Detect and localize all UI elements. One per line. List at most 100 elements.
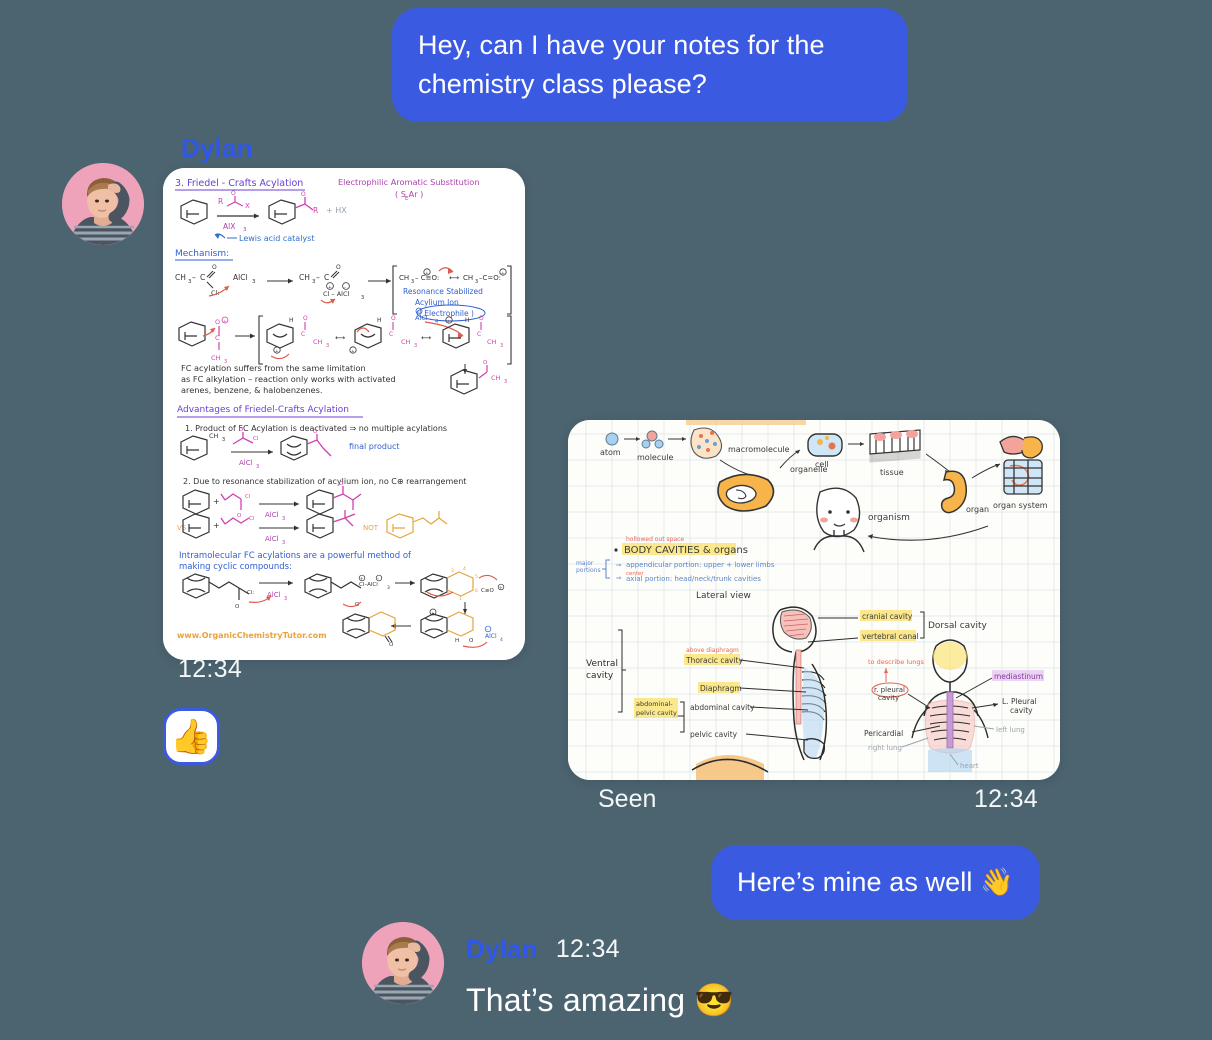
svg-text:CH: CH bbox=[401, 338, 411, 346]
svg-text:6: 6 bbox=[475, 588, 478, 594]
seen-status: Seen bbox=[598, 785, 657, 813]
message-text[interactable]: That’s amazing 😎 bbox=[466, 981, 734, 1019]
bio-label-pelvic-cavity: pelvic cavity bbox=[690, 730, 738, 739]
svg-text:⟷: ⟷ bbox=[449, 274, 459, 282]
svg-text:AlCl: AlCl bbox=[265, 511, 279, 519]
svg-text:H: H bbox=[289, 317, 294, 324]
svg-text:–: – bbox=[192, 273, 196, 282]
svg-text:AlCl: AlCl bbox=[265, 535, 279, 543]
message-status-row: Seen 12:34 bbox=[598, 785, 1038, 814]
svg-text:⟷: ⟷ bbox=[335, 334, 345, 342]
svg-text:AlCl: AlCl bbox=[239, 459, 253, 467]
bio-hierarchy-atom: atom bbox=[600, 448, 621, 457]
svg-text:+: + bbox=[499, 585, 502, 590]
message-bubble-outgoing[interactable]: Here’s mine as well 👋 bbox=[711, 845, 1040, 921]
svg-text:R: R bbox=[218, 197, 223, 206]
svg-text:3: 3 bbox=[252, 279, 256, 285]
bio-label-heart: heart bbox=[960, 762, 979, 770]
svg-text:C: C bbox=[389, 331, 393, 338]
bio-bracket-label-1: major bbox=[576, 560, 594, 567]
svg-text:3: 3 bbox=[222, 437, 225, 443]
message-bubble-outgoing[interactable]: Hey, can I have your notes for the chemi… bbox=[392, 8, 908, 123]
svg-text:CH: CH bbox=[463, 274, 473, 282]
bio-label-right-lung: right lung bbox=[868, 744, 902, 752]
bio-hierarchy-cell: cell bbox=[815, 460, 829, 469]
message-timestamp: 12:34 bbox=[973, 785, 1038, 813]
svg-text:+: + bbox=[425, 271, 429, 277]
svg-text:CH: CH bbox=[399, 274, 409, 282]
svg-text:+: + bbox=[501, 271, 505, 277]
bio-label-r-pleural-1: r. pleural bbox=[874, 686, 905, 694]
bio-hierarchy-organ: organ bbox=[966, 505, 989, 514]
bio-hierarchy-tissue: tissue bbox=[880, 468, 904, 477]
svg-text:AlCl: AlCl bbox=[233, 273, 248, 282]
svg-text:⇒: ⇒ bbox=[616, 561, 622, 569]
chem-resonance-1: Resonance Stabilized bbox=[403, 287, 483, 296]
svg-text:5: 5 bbox=[475, 574, 478, 580]
chem-catalyst-note: Lewis acid catalyst bbox=[239, 234, 314, 243]
chem-intra-1: Intramolecular FC acylations are a power… bbox=[179, 551, 412, 561]
svg-text:⇒: ⇒ bbox=[616, 574, 622, 582]
svg-text:3: 3 bbox=[282, 516, 285, 522]
bio-label-abdominal-cavity: abdominal cavity bbox=[690, 703, 755, 712]
message-timestamp: 12:34 bbox=[555, 935, 620, 963]
svg-text:O: O bbox=[479, 315, 484, 322]
bio-label-above-diaphragm: above diaphragm bbox=[686, 647, 739, 654]
svg-text:4: 4 bbox=[500, 637, 503, 643]
svg-text:3: 3 bbox=[387, 585, 390, 591]
bio-label-pericardial: Pericardial bbox=[864, 729, 903, 738]
svg-text:O: O bbox=[336, 264, 341, 271]
chem-not-label: NOT bbox=[363, 524, 379, 532]
svg-text:+: + bbox=[351, 349, 355, 355]
bio-label-vertebral-canal: vertebral canal bbox=[862, 632, 919, 641]
svg-text:AlCl: AlCl bbox=[267, 591, 281, 599]
bio-label-abdominal-pelvic-2: pelvic cavity bbox=[636, 709, 677, 717]
bio-label-mediastinum: mediastinum bbox=[994, 672, 1043, 681]
svg-text:H: H bbox=[377, 317, 382, 324]
svg-text:3: 3 bbox=[256, 464, 259, 470]
svg-text:AlCl: AlCl bbox=[485, 633, 497, 640]
svg-text:O: O bbox=[237, 513, 242, 519]
chem-subtitle-sub: ( S Ar ) bbox=[395, 189, 423, 199]
svg-text:3: 3 bbox=[500, 343, 503, 349]
svg-text:3: 3 bbox=[284, 596, 287, 602]
svg-text:O: O bbox=[235, 604, 240, 610]
chem-catalyst-sub: 3 bbox=[243, 227, 247, 233]
svg-text:C: C bbox=[301, 331, 305, 338]
chem-mechanism-heading: Mechanism: bbox=[175, 249, 229, 259]
bio-hierarchy-macromolecule: macromolecule bbox=[728, 445, 790, 454]
chem-product-plus: + HX bbox=[326, 206, 347, 215]
svg-text:CH: CH bbox=[487, 338, 497, 346]
svg-text:Cl–AlCl: Cl–AlCl bbox=[359, 582, 378, 588]
svg-text:O: O bbox=[301, 191, 306, 198]
bio-label-abdominal-pelvic-1: abdominal- bbox=[636, 700, 673, 708]
avatar[interactable] bbox=[362, 922, 444, 1004]
attachment-chemistry-notes[interactable]: 3. Friedel - Crafts Acylation Electrophi… bbox=[163, 168, 525, 660]
avatar-photo bbox=[362, 922, 444, 1004]
svg-text:Cl: Cl bbox=[253, 436, 259, 442]
svg-text:C: C bbox=[215, 334, 220, 342]
bio-label-cranial-cavity: cranial cavity bbox=[862, 612, 913, 621]
bio-label-thoracic: Thoracic cavity bbox=[685, 656, 744, 665]
reaction-thumbs-up[interactable]: 👍 bbox=[163, 708, 220, 765]
chem-catalyst: AlX bbox=[223, 222, 235, 231]
svg-text:+: + bbox=[431, 611, 435, 617]
bio-bracket-label-2: portions bbox=[576, 567, 601, 574]
sender-name-dylan: Dylan bbox=[466, 934, 538, 964]
bio-label-l-pleural-1: L. Pleural bbox=[1002, 697, 1037, 706]
bio-label-ventral-2: cavity bbox=[586, 671, 614, 681]
svg-text:O: O bbox=[215, 318, 220, 326]
svg-text:Cl:: Cl: bbox=[247, 590, 254, 596]
svg-text:–C=O:: –C=O: bbox=[479, 274, 501, 282]
chem-watermark: www.OrganicChemistryTutor.com bbox=[177, 631, 327, 640]
svg-text:+: + bbox=[223, 319, 227, 325]
svg-text:CH: CH bbox=[491, 374, 501, 382]
chem-para-3: arenes, benzene, & halobenzenes. bbox=[181, 385, 322, 395]
svg-text:+: + bbox=[275, 349, 279, 355]
bio-hierarchy-organ-system: organ system bbox=[993, 501, 1048, 510]
attachment-biology-notes[interactable]: atom molecule macromolecule organelle ce… bbox=[568, 420, 1060, 780]
svg-text:O: O bbox=[469, 638, 474, 644]
avatar[interactable] bbox=[62, 163, 144, 245]
chem-para-1: FC acylation suffers from the same limit… bbox=[181, 363, 366, 373]
svg-text:1: 1 bbox=[459, 596, 462, 602]
